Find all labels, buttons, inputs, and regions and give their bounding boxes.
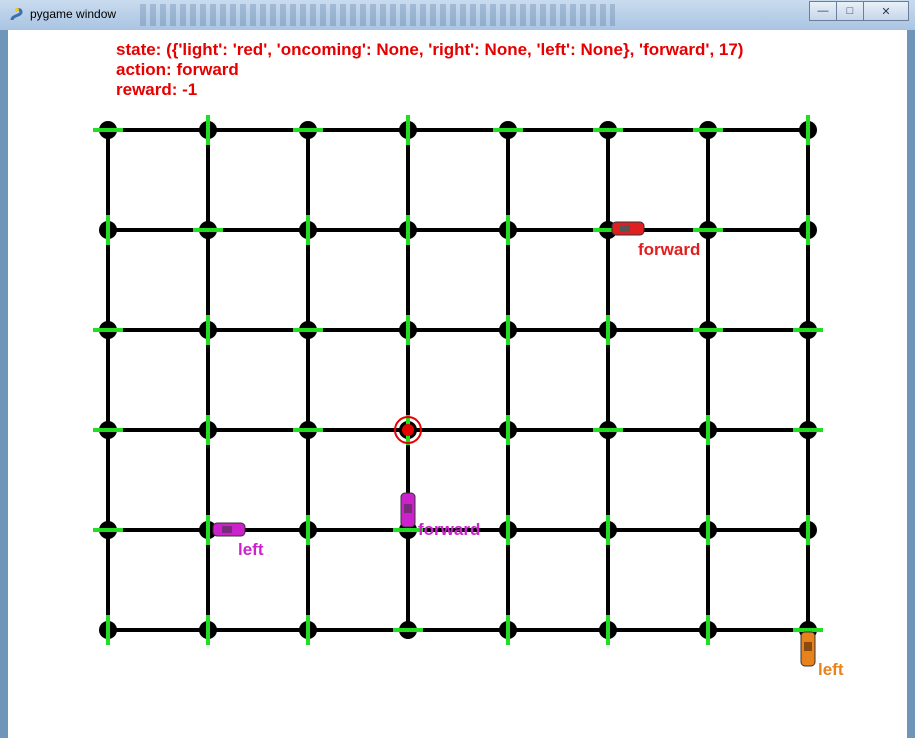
- car-label-red: forward: [638, 240, 701, 259]
- car-label-magenta-1: forward: [418, 520, 481, 539]
- window-title: pygame window: [30, 7, 117, 21]
- window-controls: — □ ✕: [809, 1, 909, 21]
- pygame-snake-icon: [10, 8, 23, 21]
- close-button[interactable]: ✕: [863, 1, 909, 21]
- hud-state: state: ({'light': 'red', 'oncoming': Non…: [116, 40, 744, 59]
- car-label-magenta-2: left: [238, 540, 264, 559]
- road-grid: [93, 115, 823, 667]
- car-label-orange: left: [818, 660, 844, 679]
- car-magenta-left-window: [222, 526, 232, 533]
- title-bar[interactable]: pygame window — □ ✕: [0, 0, 915, 30]
- game-canvas[interactable]: state: ({'light': 'red', 'oncoming': Non…: [8, 30, 907, 738]
- car-magenta-window: [404, 504, 412, 513]
- close-icon: ✕: [881, 5, 891, 18]
- car-red-window: [620, 225, 630, 232]
- background-window-text: [140, 4, 615, 26]
- hud-reward: reward: -1: [116, 80, 198, 99]
- maximize-button[interactable]: □: [836, 1, 864, 21]
- destination-dot: [402, 424, 414, 436]
- maximize-icon: □: [846, 5, 854, 17]
- hud-action: action: forward: [116, 60, 239, 79]
- car-orange-window: [804, 642, 812, 651]
- minimize-button[interactable]: —: [809, 1, 837, 21]
- minimize-icon: —: [817, 5, 829, 17]
